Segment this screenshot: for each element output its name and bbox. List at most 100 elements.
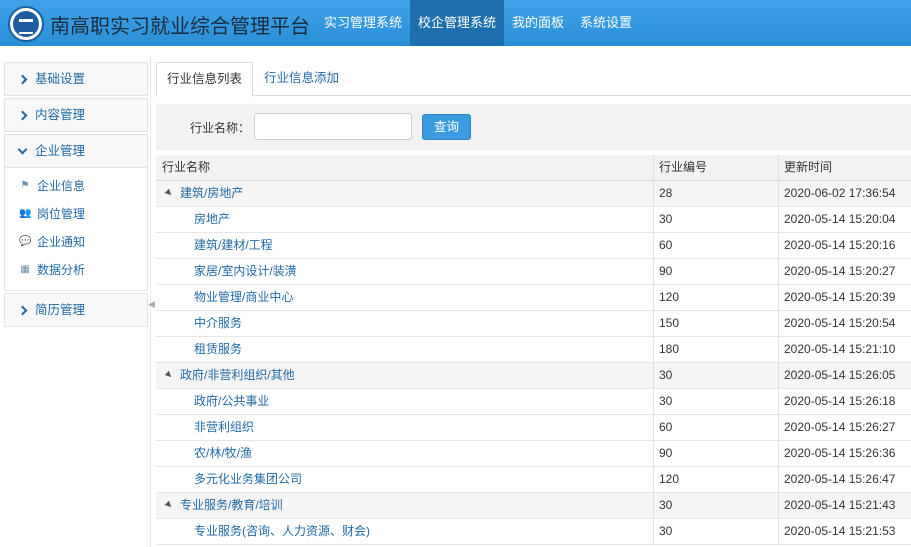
industry-code-cell: 150 (654, 311, 779, 336)
sidebar-group-label: 内容管理 (35, 108, 86, 122)
sidebar-item-enterprise-info[interactable]: ⚑ 企业信息 (5, 172, 147, 200)
industry-name[interactable]: 房地产 (194, 212, 230, 226)
flag-icon: ⚑ (20, 180, 30, 191)
sidebar-submenu: ⚑ 企业信息 👥 岗位管理 💬 企业通知 ▦ 数据分析 (5, 167, 147, 290)
app-title: 南高职实习就业综合管理平台 (50, 16, 310, 38)
industry-code-cell: 30 (654, 493, 779, 518)
sidebar-group-enterprise-management: 企业管理 ⚑ 企业信息 👥 岗位管理 💬 企业通知 ▦ 数据分析 (4, 134, 148, 291)
industry-name-cell: 专业服务/教育/培训 (156, 493, 654, 518)
sidebar-item-label: 数据分析 (37, 263, 86, 277)
table-row[interactable]: 专业服务/教育/培训 30 2020-05-14 15:21:43 (156, 493, 911, 519)
sidebar-group-label: 简历管理 (35, 303, 86, 317)
sidebar-item-enterprise-notice[interactable]: 💬 企业通知 (5, 228, 147, 256)
sidebar-group-header[interactable]: 内容管理 (5, 99, 147, 131)
industry-code-cell: 120 (654, 467, 779, 492)
nav-system-settings[interactable]: 系统设置 (572, 0, 640, 46)
industry-name[interactable]: 家居/室内设计/装潢 (194, 264, 297, 278)
sidebar-item-label: 岗位管理 (37, 207, 86, 221)
sidebar-group-header[interactable]: 企业管理 (5, 135, 147, 167)
industry-name[interactable]: 政府/公共事业 (194, 394, 269, 408)
table-row[interactable]: 建筑/建材/工程 60 2020-05-14 15:20:16 (156, 233, 911, 259)
industry-name[interactable]: 建筑/房地产 (180, 186, 243, 200)
table-row[interactable]: 房地产 30 2020-05-14 15:20:04 (156, 207, 911, 233)
sidebar-item-label: 企业信息 (37, 179, 86, 193)
table-row[interactable]: 专业服务(咨询、人力资源、财会) 30 2020-05-14 15:21:53 (156, 519, 911, 545)
top-header: 南高职实习就业综合管理平台 实习管理系统 校企管理系统 我的面板 系统设置 (0, 0, 911, 46)
industry-name-cell: 政府/公共事业 (156, 389, 654, 414)
nav-school-enterprise-system[interactable]: 校企管理系统 (410, 0, 505, 46)
tab-industry-list[interactable]: 行业信息列表 (156, 62, 254, 97)
chevron-down-icon (17, 144, 28, 154)
sidebar-item-position-management[interactable]: 👥 岗位管理 (5, 200, 147, 228)
update-time-cell: 2020-05-14 15:20:54 (784, 316, 896, 330)
industry-name-cell: 政府/非营利组织/其他 (156, 363, 654, 388)
table-row[interactable]: 非营利组织 60 2020-05-14 15:26:27 (156, 415, 911, 441)
industry-name[interactable]: 非营利组织 (194, 420, 254, 434)
users-icon: 👥 (19, 208, 32, 219)
industry-name[interactable]: 物业管理/商业中心 (194, 290, 293, 304)
column-header-industry-code[interactable]: 行业编号 (654, 155, 779, 180)
chevron-right-icon (17, 305, 28, 315)
industry-name[interactable]: 专业服务/教育/培训 (180, 498, 283, 512)
industry-code-cell: 60 (654, 415, 779, 440)
top-nav: 实习管理系统 校企管理系统 我的面板 系统设置 (316, 0, 640, 46)
industry-code-cell: 90 (654, 259, 779, 284)
nav-internship-system[interactable]: 实习管理系统 (316, 0, 410, 46)
nav-my-panel[interactable]: 我的面板 (504, 0, 572, 46)
industry-name[interactable]: 建筑/建材/工程 (194, 238, 273, 252)
industry-name-cell: 家居/室内设计/装潢 (156, 259, 654, 284)
industry-name-cell: 建筑/建材/工程 (156, 233, 654, 258)
expand-triangle-icon[interactable] (164, 500, 174, 510)
industry-name-cell: 租赁服务 (156, 337, 654, 362)
update-time-cell: 2020-05-14 15:21:10 (784, 342, 896, 356)
table-row[interactable]: 中介服务 150 2020-05-14 15:20:54 (156, 311, 911, 337)
industry-name[interactable]: 专业服务(咨询、人力资源、财会) (194, 524, 370, 538)
industry-code-cell: 120 (654, 285, 779, 310)
sidebar: 基础设置 内容管理 企业管理 ⚑ 企业信息 👥 岗位管理 💬 企业通知 ▦ 数据… (4, 62, 148, 329)
industry-code-cell: 30 (654, 519, 779, 544)
sidebar-group-header[interactable]: 基础设置 (5, 63, 147, 95)
sidebar-item-data-analysis[interactable]: ▦ 数据分析 (5, 256, 147, 284)
industry-name-cell: 房地产 (156, 207, 654, 232)
column-header-update-time[interactable]: 更新时间 (779, 155, 911, 180)
update-time-cell: 2020-05-14 15:26:05 (784, 368, 896, 382)
sidebar-group-header[interactable]: 简历管理 (5, 294, 147, 326)
industry-code-cell: 180 (654, 337, 779, 362)
table-row[interactable]: 政府/公共事业 30 2020-05-14 15:26:18 (156, 389, 911, 415)
table-row[interactable]: 建筑/房地产 28 2020-06-02 17:36:54 (156, 181, 911, 207)
industry-table: 行业名称 行业编号 更新时间 建筑/房地产 28 2020-06-02 17:36:… (156, 155, 911, 545)
industry-name[interactable]: 政府/非营利组织/其他 (180, 368, 295, 382)
collapse-sidebar-icon[interactable]: ◀ (148, 296, 155, 312)
content-tabs: 行业信息列表 行业信息添加 (156, 62, 911, 97)
table-row[interactable]: 家居/室内设计/装潢 90 2020-05-14 15:20:27 (156, 259, 911, 285)
industry-code-cell: 30 (654, 389, 779, 414)
school-logo-icon (8, 6, 44, 42)
sidebar-group-label: 基础设置 (35, 72, 86, 86)
table-row[interactable]: 多元化业务集团公司 120 2020-05-14 15:26:47 (156, 467, 911, 493)
industry-name-cell: 建筑/房地产 (156, 181, 654, 206)
industry-name-cell: 专业服务(咨询、人力资源、财会) (156, 519, 654, 544)
update-time-cell: 2020-05-14 15:26:47 (784, 472, 896, 486)
industry-name[interactable]: 农/林/牧/渔 (194, 446, 252, 460)
industry-name[interactable]: 租赁服务 (194, 342, 242, 356)
table-row[interactable]: 物业管理/商业中心 120 2020-05-14 15:20:39 (156, 285, 911, 311)
tab-industry-add[interactable]: 行业信息添加 (254, 62, 349, 96)
expand-triangle-icon[interactable] (164, 370, 174, 380)
industry-name-cell: 中介服务 (156, 311, 654, 336)
table-row[interactable]: 农/林/牧/渔 90 2020-05-14 15:26:36 (156, 441, 911, 467)
table-row[interactable]: 租赁服务 180 2020-05-14 15:21:10 (156, 337, 911, 363)
industry-name[interactable]: 多元化业务集团公司 (194, 472, 302, 486)
industry-code-cell: 30 (654, 363, 779, 388)
expand-triangle-icon[interactable] (164, 188, 174, 198)
update-time-cell: 2020-05-14 15:21:43 (784, 498, 896, 512)
column-header-industry-name[interactable]: 行业名称 (156, 155, 654, 180)
table-row[interactable]: 政府/非营利组织/其他 30 2020-05-14 15:26:05 (156, 363, 911, 389)
industry-name[interactable]: 中介服务 (194, 316, 242, 330)
sidebar-item-label: 企业通知 (37, 235, 86, 249)
chevron-right-icon (17, 110, 28, 120)
sidebar-group-resume-management: 简历管理 (4, 293, 148, 327)
sidebar-group-label: 企业管理 (35, 144, 86, 158)
table-header-row: 行业名称 行业编号 更新时间 (156, 155, 911, 181)
search-button[interactable]: 查询 (422, 114, 471, 140)
industry-name-input[interactable] (254, 113, 412, 140)
